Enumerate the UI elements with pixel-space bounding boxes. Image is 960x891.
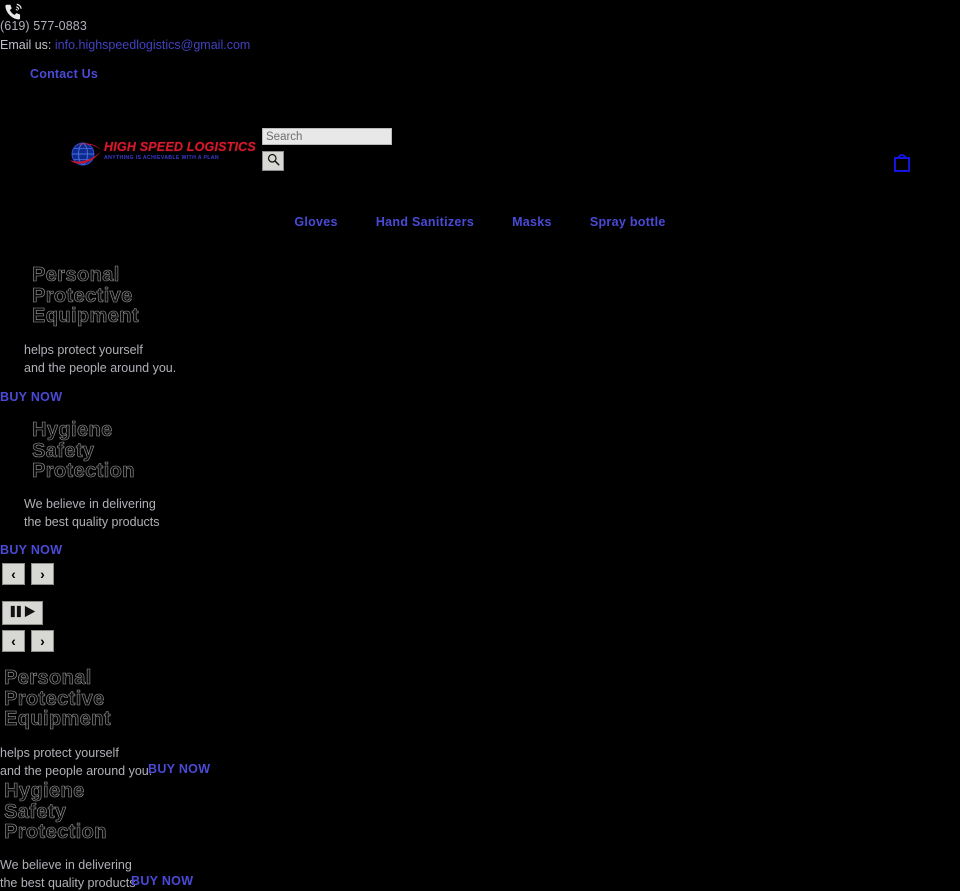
contact-us-link[interactable]: Contact Us (30, 67, 98, 81)
phone-number[interactable]: (619) 577-0883 (0, 19, 87, 33)
bottom-block-1-buy-now-button[interactable]: BUY NOW (148, 762, 210, 776)
bottom-block-2-buy-now-button[interactable]: BUY NOW (131, 874, 193, 888)
slide-2-buy-now-button[interactable]: BUY NOW (0, 543, 62, 557)
logo-tagline: ANYTHING IS ACHIEVABLE WITH A PLAN (104, 155, 219, 161)
site-logo[interactable]: HIGH SPEED LOGISTICS ANYTHING IS ACHIEVA… (68, 136, 256, 172)
slide-2-heading: Hygiene Safety Protection (32, 419, 135, 482)
slide-1-subtitle: helps protect yourself and the people ar… (24, 343, 177, 375)
email-label: Email us: (0, 38, 52, 52)
carousel-next-button-secondary[interactable]: › (31, 630, 54, 652)
carousel-previous-button-secondary[interactable]: ‹ (2, 630, 25, 652)
carousel-pause-play-button[interactable] (2, 601, 43, 625)
search-button[interactable] (262, 151, 284, 171)
nav-item-gloves[interactable]: Gloves (275, 215, 357, 229)
carousel-previous-button[interactable]: ‹ (2, 563, 25, 585)
globe-swoosh-icon (68, 139, 102, 169)
bottom-block-1-heading: Personal Protective Equipment (4, 667, 111, 730)
slide-1-buy-now-button[interactable]: BUY NOW (0, 390, 62, 404)
email-line: Email us: info.highspeedlogistics@gmail.… (0, 38, 250, 52)
slide-1-heading: Personal Protective Equipment (32, 264, 139, 327)
bottom-block-2-heading: Hygiene Safety Protection (4, 780, 107, 843)
search-icon (267, 153, 280, 169)
email-address-link[interactable]: info.highspeedlogistics@gmail.com (55, 38, 250, 52)
logo-wordmark: HIGH SPEED LOGISTICS (104, 140, 256, 154)
pause-play-icon (8, 604, 38, 622)
nav-item-spray-bottle[interactable]: Spray bottle (571, 215, 685, 229)
shopping-cart-icon[interactable] (893, 152, 911, 172)
nav-item-masks[interactable]: Masks (493, 215, 571, 229)
bottom-block-1-subtitle: helps protect yourself and the people ar… (0, 746, 153, 778)
bottom-block-2-subtitle: We believe in delivering the best qualit… (0, 858, 136, 890)
search-input[interactable] (262, 128, 392, 145)
carousel-next-button[interactable]: › (31, 563, 54, 585)
main-navigation: Gloves Hand Sanitizers Masks Spray bottl… (0, 215, 960, 229)
nav-item-hand-sanitizers[interactable]: Hand Sanitizers (357, 215, 493, 229)
slide-2-subtitle: We believe in delivering the best qualit… (24, 497, 160, 529)
